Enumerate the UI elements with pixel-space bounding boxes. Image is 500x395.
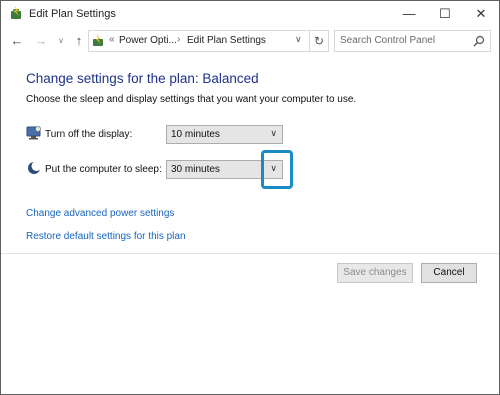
power-options-icon	[9, 6, 25, 22]
divider	[1, 253, 499, 254]
title-bar: Edit Plan Settings — ☐ ✕	[1, 1, 499, 27]
display-icon	[26, 125, 42, 141]
advanced-power-settings-link[interactable]: Change advanced power settings	[26, 208, 174, 219]
breadcrumb-item-edit-plan-settings[interactable]: Edit Plan Settings	[187, 35, 266, 46]
sleep-timeout-label: Put the computer to sleep:	[45, 164, 162, 175]
display-timeout-select[interactable]: 10 minutes ∨	[166, 125, 283, 144]
search-input[interactable]	[340, 33, 468, 48]
refresh-icon[interactable]: ↻	[309, 30, 329, 52]
window: Edit Plan Settings — ☐ ✕ ← → ∨ ↑ « Power…	[0, 0, 500, 395]
up-arrow-icon[interactable]: ↑	[71, 32, 87, 50]
breadcrumb-overflow[interactable]: «	[109, 34, 115, 45]
close-button[interactable]: ✕	[463, 1, 499, 27]
dropdown-highlight-box	[261, 150, 293, 189]
chevron-down-icon[interactable]: ∨	[270, 128, 277, 139]
address-dropdown-chevron-icon[interactable]: ∨	[295, 34, 302, 45]
address-bar: ← → ∨ ↑ « Power Opti... › Edit Plan Sett…	[1, 28, 499, 54]
page-title: Change settings for the plan: Balanced	[26, 71, 259, 86]
minimize-button[interactable]: —	[391, 1, 427, 27]
breadcrumb[interactable]: « Power Opti... › Edit Plan Settings ∨	[88, 30, 310, 52]
save-button[interactable]: Save changes	[337, 263, 413, 283]
back-arrow-icon[interactable]: ←	[9, 32, 25, 50]
sleep-moon-icon	[26, 160, 42, 176]
search-box[interactable]	[334, 30, 491, 52]
search-icon[interactable]	[473, 34, 485, 47]
page-description: Choose the sleep and display settings th…	[26, 94, 357, 105]
window-title: Edit Plan Settings	[29, 8, 116, 20]
maximize-button[interactable]: ☐	[427, 1, 463, 27]
cancel-button[interactable]: Cancel	[421, 263, 477, 283]
restore-defaults-link[interactable]: Restore default settings for this plan	[26, 231, 186, 242]
sleep-timeout-value: 30 minutes	[171, 164, 220, 175]
display-timeout-value: 10 minutes	[171, 129, 220, 140]
control-panel-icon	[91, 33, 107, 49]
forward-arrow-icon[interactable]: →	[33, 32, 49, 50]
breadcrumb-separator: ›	[177, 34, 181, 45]
recent-locations-chevron-icon[interactable]: ∨	[53, 32, 69, 50]
breadcrumb-item-power-options[interactable]: Power Opti...	[119, 35, 177, 46]
display-timeout-label: Turn off the display:	[45, 129, 133, 140]
